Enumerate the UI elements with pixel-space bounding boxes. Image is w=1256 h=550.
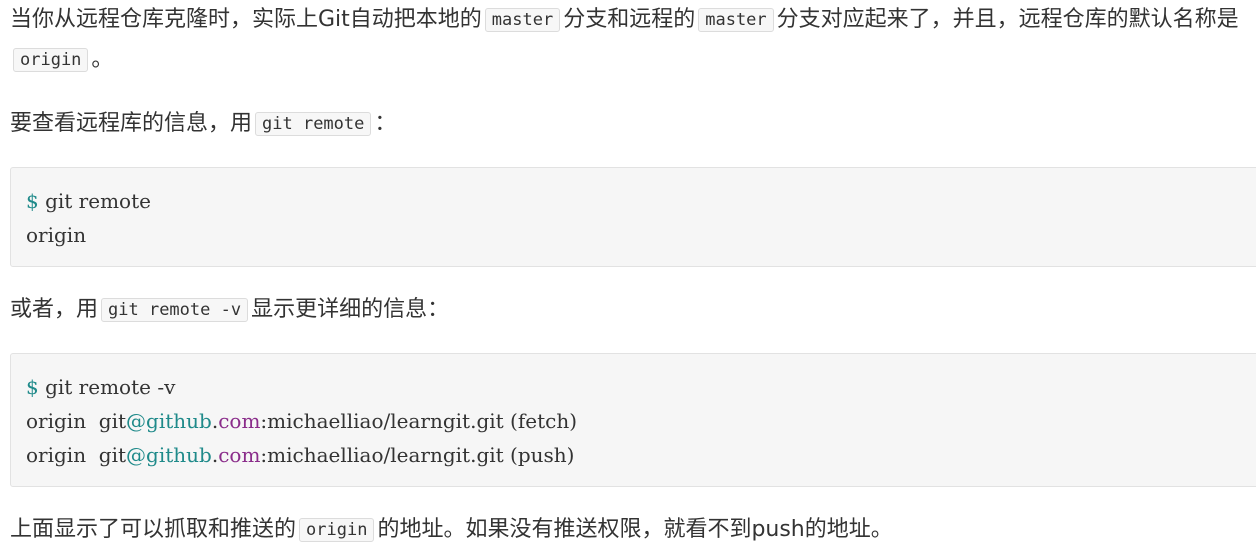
paragraph-text: 分支对应起来了，并且，远程仓库的默认名称是 [776,7,1239,32]
code-output: origin git [26,443,127,467]
inline-code-master: master [484,8,561,32]
paragraph-text: 当你从远程仓库克隆时，实际上Git自动把本地的 [10,7,482,32]
code-output: :michaelliao/learngit.git (fetch) [260,409,578,433]
code-line: $ git remote [26,184,1244,218]
paragraph-clone-info: 当你从远程仓库克隆时，实际上Git自动把本地的 master 分支和远程的 maste… [10,0,1250,80]
inline-code-git-remote: git remote [255,112,372,136]
code-line: origin [26,218,1244,252]
paragraph-text: 。 [91,47,114,72]
code-token: com [218,443,261,467]
paragraph-verbose-remote: 或者，用 git remote -v 显示更详细的信息： [10,290,1250,330]
paragraph-text: 显示更详细的信息： [251,297,450,322]
paragraph-text: 的地址。如果没有推送权限，就看不到push的地址。 [377,517,893,542]
code-line: $ git remote -v [26,370,1244,404]
code-output: origin [26,223,87,247]
paragraph-text: ： [374,111,397,136]
code-block-git-remote: $ git remote origin [10,167,1256,267]
code-token: github [146,443,212,467]
code-token: @ [126,409,147,433]
inline-code-origin: origin [299,518,375,542]
inline-code-git-remote-v: git remote -v [101,298,249,322]
code-token: com [218,409,261,433]
paragraph-text: 分支和远程的 [563,7,696,32]
code-line: origin git@github.com:michaelliao/learng… [26,438,1244,472]
code-block-git-remote-v: $ git remote -v origin git@github.com:mi… [10,353,1256,487]
inline-code-master: master [698,8,774,32]
inline-code-origin: origin [13,48,89,72]
paragraph-text: 要查看远程库的信息，用 [10,111,253,136]
paragraph-view-remote: 要查看远程库的信息，用 git remote： [10,104,1250,144]
code-token: @ [126,443,147,467]
code-output: :michaelliao/learngit.git (push) [260,443,575,467]
code-line: origin git@github.com:michaelliao/learng… [26,404,1244,438]
paragraph-text: 或者，用 [10,297,99,322]
code-token: github [146,409,212,433]
paragraph-text: 上面显示了可以抓取和推送的 [10,517,297,542]
shell-prompt: $ [26,189,39,213]
code-output: origin git [26,409,127,433]
shell-prompt: $ [26,375,39,399]
paragraph-address-info: 上面显示了可以抓取和推送的 origin 的地址。如果没有推送权限，就看不到push… [10,510,1250,550]
code-command: git remote -v [38,375,176,399]
code-command: git remote [38,189,151,213]
